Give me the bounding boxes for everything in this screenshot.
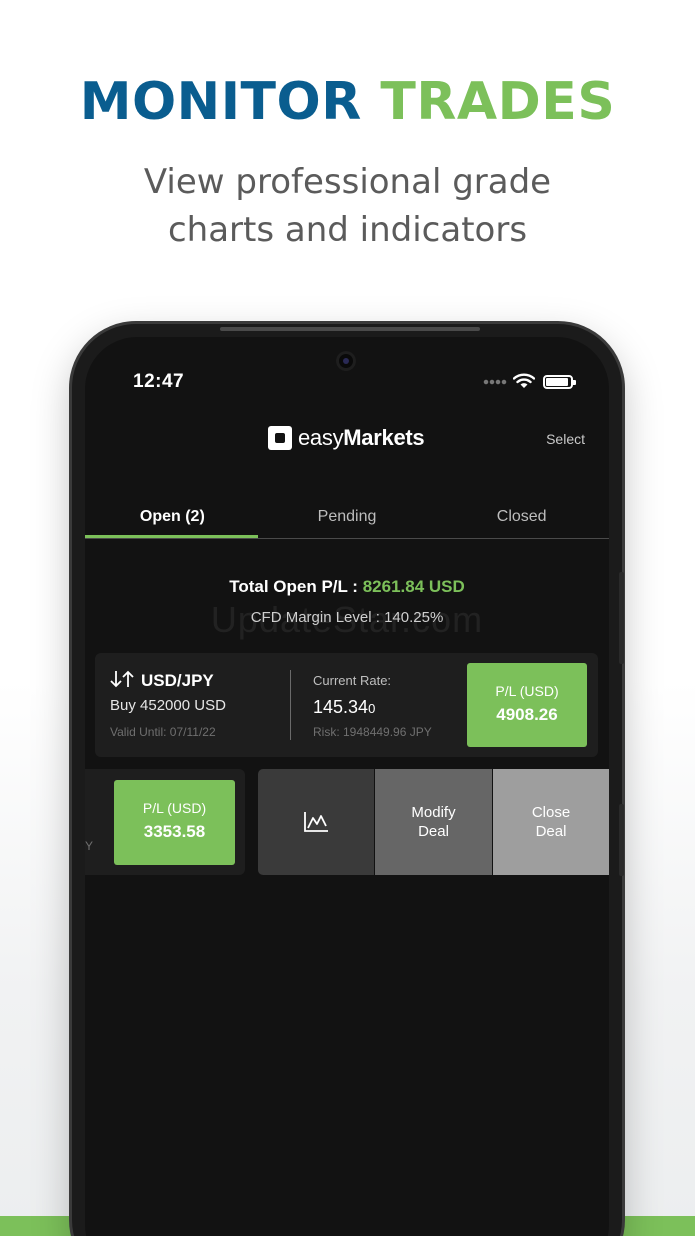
logo-text: easyMarkets xyxy=(298,425,425,451)
wifi-icon xyxy=(513,373,535,388)
chart-icon xyxy=(304,812,328,832)
modify-deal-button[interactable]: Modify Deal xyxy=(375,769,492,875)
close-deal-label-1: Close xyxy=(531,804,571,821)
easymarkets-logo: easyMarkets xyxy=(268,425,425,451)
signal-dots-icon xyxy=(483,379,507,385)
logo-text-markets: Markets xyxy=(343,425,425,450)
active-tab-indicator xyxy=(85,535,258,538)
pl-value: 4908.26 xyxy=(496,705,558,724)
battery-icon xyxy=(543,375,576,389)
logo-mark-icon xyxy=(268,426,292,450)
tab-open[interactable]: Open (2) xyxy=(85,505,260,538)
trade-tabs: Open (2) Pending Closed xyxy=(85,505,609,539)
rate-main: 145.34 xyxy=(313,697,369,717)
rate-pip: 0 xyxy=(368,701,376,716)
phone-screen: 12:47 easyMarkets Select Open (2) Pendin… xyxy=(85,337,609,1236)
phone-speaker xyxy=(220,327,480,331)
card-divider xyxy=(290,670,291,740)
trade-valid-until: Valid Until: 07/11/22 xyxy=(110,725,216,739)
front-camera xyxy=(336,351,356,371)
promo-subline-1: View professional grade xyxy=(143,162,552,202)
close-deal-button[interactable]: Close Deal xyxy=(493,769,609,875)
total-open-pl-label: Total Open P/L : xyxy=(229,577,363,596)
logo-text-easy: easy xyxy=(298,425,344,450)
trade-card-usdjpy[interactable]: USD/JPY Buy 452000 USD Valid Until: 07/1… xyxy=(95,653,598,757)
tab-closed[interactable]: Closed xyxy=(434,505,609,538)
status-time: 12:47 xyxy=(133,371,185,392)
trade-pl-box-2: P/L (USD) 3353.58 xyxy=(114,780,235,865)
phone-side-button xyxy=(619,572,624,664)
modify-deal-label-1: Modify xyxy=(411,804,456,821)
phone-side-button-lower xyxy=(619,804,624,876)
modify-deal-label-2: Deal xyxy=(418,823,449,840)
tab-pending[interactable]: Pending xyxy=(260,505,435,538)
total-open-pl: Total Open P/L : 8261.84 USD xyxy=(85,577,609,597)
total-open-pl-value: 8261.84 USD xyxy=(362,577,465,596)
current-rate-label: Current Rate: xyxy=(313,673,392,688)
trade-risk: Risk: 1948449.96 JPY xyxy=(313,725,432,739)
close-deal-label-2: Deal xyxy=(535,823,567,840)
promo-subline-2: charts and indicators xyxy=(167,210,528,250)
trade-pl-box: P/L (USD) 4908.26 xyxy=(467,663,587,747)
headline-word-trades: TRADES xyxy=(380,72,616,132)
pl-label: P/L (USD) xyxy=(495,683,559,699)
trade-direction-amount: Buy 452000 USD xyxy=(110,697,226,714)
view-chart-button[interactable] xyxy=(258,769,374,875)
pl-label-2: P/L (USD) xyxy=(142,800,207,816)
current-rate-value: 145.340 xyxy=(313,697,375,718)
trade-hint-text: Y xyxy=(85,839,94,853)
pl-value-2: 3353.58 xyxy=(143,822,206,841)
trade-pair: USD/JPY xyxy=(141,671,214,690)
promo-headline: MONITOR TRADES xyxy=(0,72,695,132)
buy-sell-arrows-icon xyxy=(110,670,134,688)
headline-word-monitor: MONITOR xyxy=(79,72,362,132)
select-button[interactable]: Select xyxy=(546,431,585,447)
cfd-margin-level: CFD Margin Level : 140.25% xyxy=(250,609,444,626)
